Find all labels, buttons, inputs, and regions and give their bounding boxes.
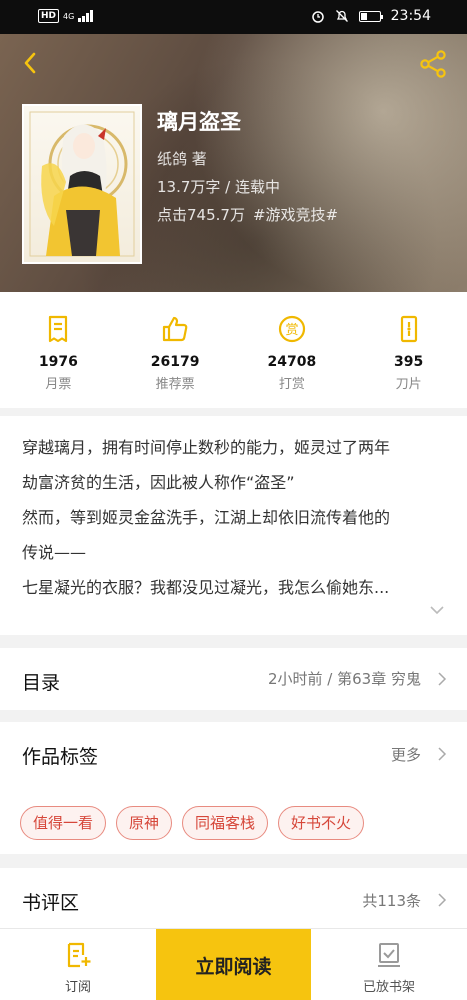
stat-label: 推荐票	[155, 377, 195, 392]
tags-title: 作品标签	[22, 746, 99, 768]
signal-icon	[78, 10, 94, 22]
back-icon[interactable]	[16, 48, 46, 78]
ticket-icon	[49, 315, 68, 343]
stat-value: 395	[394, 354, 424, 370]
cover-illustration	[29, 111, 135, 257]
chevron-right-icon	[438, 893, 447, 907]
bookshelf-button[interactable]: 已放书架	[311, 929, 467, 1000]
tag-chip[interactable]: 好书不火	[278, 806, 365, 840]
stat-label: 月票	[45, 377, 72, 392]
bookshelf-label: 已放书架	[362, 980, 415, 995]
tag-chip[interactable]: 同福客栈	[182, 806, 269, 840]
blade-icon	[400, 315, 417, 343]
stat-value: 26179	[150, 354, 200, 370]
stat-recommend[interactable]: 26179 推荐票	[117, 292, 234, 408]
toc-title: 目录	[22, 672, 61, 694]
book-header: 璃月盗圣 纸鸽 著 13.7万字 / 连载中 点击745.7万 #游戏竞技#	[0, 34, 467, 292]
chevron-right-icon	[438, 672, 447, 686]
mute-bell-icon	[335, 10, 348, 22]
hd-badge: HD	[38, 9, 60, 23]
alarm-icon	[311, 11, 324, 23]
tag-chip[interactable]: 值得一看	[20, 806, 107, 840]
book-word-count-status: 13.7万字 / 连载中	[157, 178, 280, 196]
book-title: 璃月盗圣	[157, 110, 241, 134]
clock: 23:54	[390, 8, 431, 24]
stats-bar: 1976 月票 26179 推荐票 赏 24708 打赏 395 刀片	[0, 292, 467, 408]
description-line: 劫富济贫的生活，因此被人称作“盗圣”	[22, 473, 295, 492]
click-count: 点击745.7万	[157, 206, 245, 224]
stat-label: 打赏	[278, 377, 305, 392]
stat-monthly-ticket[interactable]: 1976 月票	[0, 292, 117, 408]
tags-section: 作品标签 更多 值得一看 原神 同福客栈 好书不火	[0, 722, 467, 854]
stat-label: 刀片	[395, 377, 422, 392]
share-icon[interactable]	[417, 48, 449, 80]
svg-text:赏: 赏	[285, 323, 298, 338]
tags-more-link[interactable]: 更多	[391, 744, 421, 765]
subscribe-icon	[67, 942, 91, 968]
stat-value: 1976	[38, 354, 78, 370]
chevron-right-icon[interactable]	[437, 746, 447, 762]
tag-chip[interactable]: 原神	[116, 806, 173, 840]
network-type: 4G	[63, 11, 75, 21]
book-description[interactable]: 穿越璃月，拥有时间停止数秒的能力，姬灵过了两年 劫富济贫的生活，因此被人称作“盗…	[0, 416, 467, 635]
chevron-down-icon[interactable]	[429, 604, 445, 616]
toc-row[interactable]: 目录 2小时前 / 第63章 穷鬼	[0, 648, 467, 710]
reward-coin-icon: 赏	[278, 315, 305, 343]
subscribe-label: 订阅	[64, 980, 91, 995]
description-line: 七星凝光的衣服？我都没见过凝光，我怎么偷她东...	[22, 578, 390, 597]
stat-value: 24708	[267, 354, 317, 370]
thumbs-up-icon	[163, 316, 188, 342]
battery-icon	[358, 10, 383, 22]
description-line: 传说——	[22, 543, 87, 562]
reviews-title: 书评区	[22, 892, 80, 914]
description-line: 穿越璃月，拥有时间停止数秒的能力，姬灵过了两年	[22, 438, 391, 457]
read-now-button[interactable]: 立即阅读	[156, 929, 311, 1000]
status-bar: HD 4G 23:54	[0, 0, 467, 34]
stat-blade[interactable]: 395 刀片	[350, 292, 467, 408]
bookshelf-check-icon	[378, 943, 400, 967]
reviews-row[interactable]: 书评区 共113条	[0, 868, 467, 928]
stat-reward[interactable]: 赏 24708 打赏	[234, 292, 351, 408]
category-tag[interactable]: #游戏竞技#	[253, 206, 338, 224]
description-line: 然而，等到姬灵金盆洗手，江湖上却依旧流传着他的	[22, 508, 391, 527]
book-author[interactable]: 纸鸽 著	[157, 148, 207, 169]
bottom-action-bar: 订阅 立即阅读 已放书架	[0, 928, 467, 1000]
book-cover[interactable]	[22, 104, 142, 264]
tag-list: 值得一看 原神 同福客栈 好书不火	[20, 806, 365, 840]
book-clicks-line: 点击745.7万 #游戏竞技#	[157, 204, 338, 225]
review-count: 共113条	[362, 892, 421, 910]
subscribe-button[interactable]: 订阅	[0, 929, 156, 1000]
latest-chapter: 2小时前 / 第63章 穷鬼	[268, 670, 421, 688]
